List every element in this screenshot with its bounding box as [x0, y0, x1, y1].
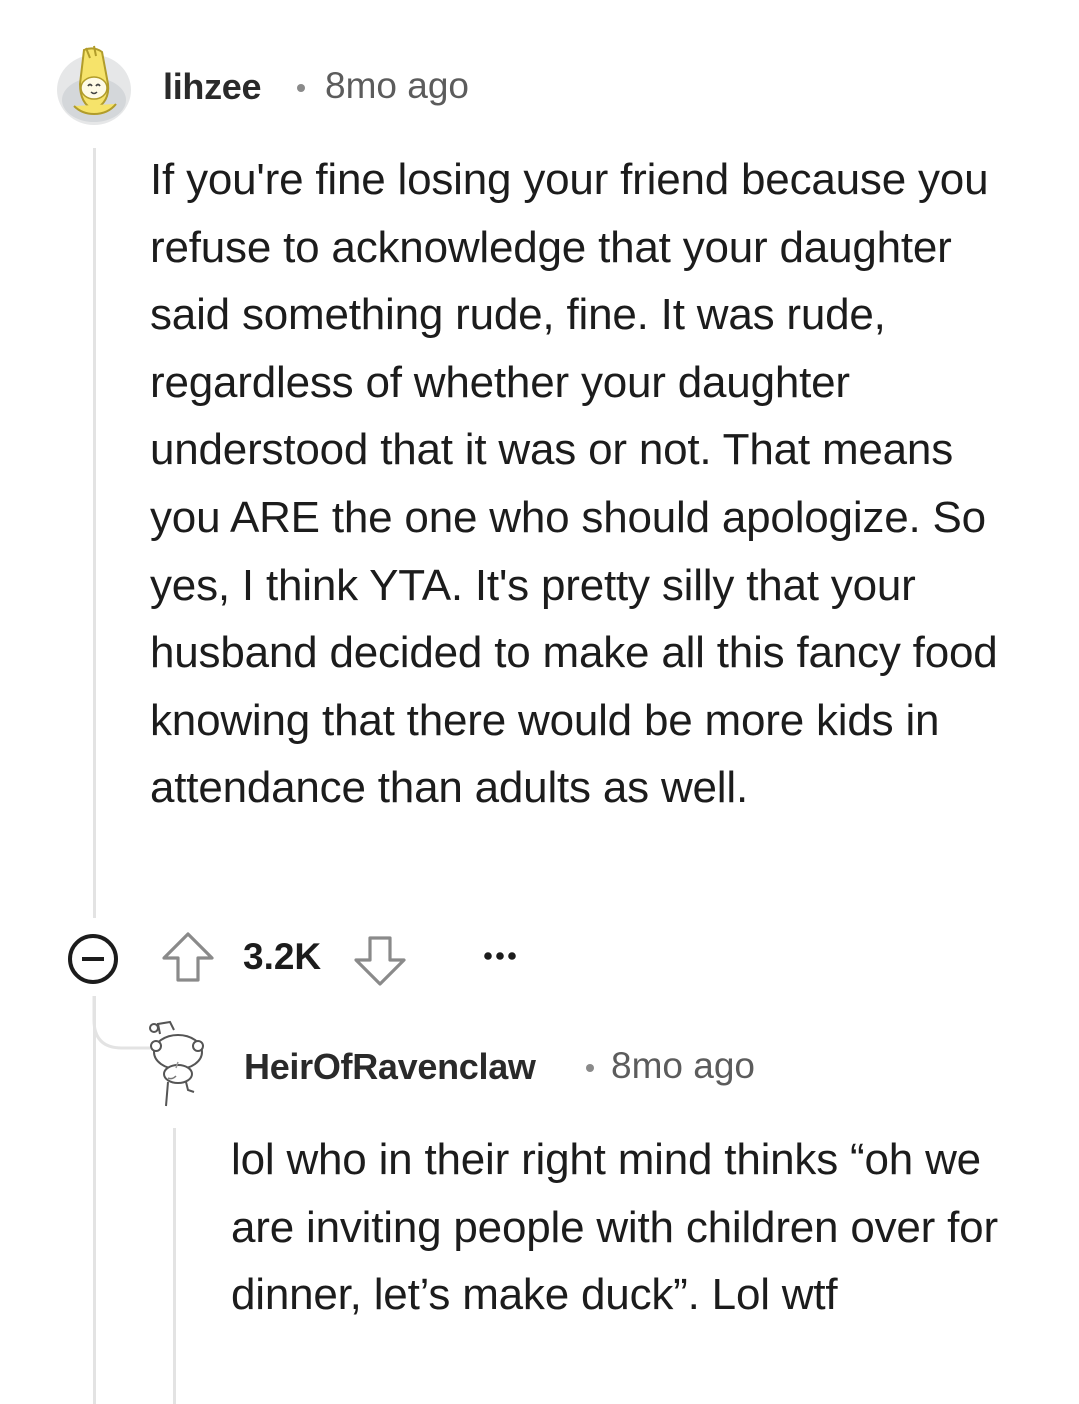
comment-body: If you're fine losing your friend becaus…: [150, 155, 998, 813]
comment-body: lol who in their right mind thinks “oh w…: [231, 1135, 998, 1320]
avatar[interactable]: [140, 1018, 210, 1110]
vote-score: 3.2K: [243, 936, 322, 977]
comment-timestamp: 8mo ago: [325, 65, 469, 106]
separator-dot: [297, 84, 305, 92]
banana-avatar-icon: [57, 45, 131, 125]
comment-username[interactable]: HeirOfRavenclaw: [244, 1046, 536, 1088]
thread-line-primary[interactable]: [93, 148, 96, 918]
comment-timestamp: 8mo ago: [611, 1045, 755, 1086]
snoo-avatar-icon: [149, 1020, 204, 1107]
downvote-arrow-icon[interactable]: [352, 934, 408, 988]
avatar[interactable]: [56, 44, 132, 126]
upvote-arrow-icon[interactable]: [160, 930, 216, 984]
comment-username[interactable]: lihzee: [163, 66, 262, 108]
more-options-icon[interactable]: [482, 946, 522, 966]
thread-line-reply[interactable]: [173, 1128, 176, 1404]
separator-dot: [586, 1064, 594, 1072]
collapse-thread-button[interactable]: [68, 934, 118, 984]
thread-line-continuation[interactable]: [93, 996, 96, 1404]
